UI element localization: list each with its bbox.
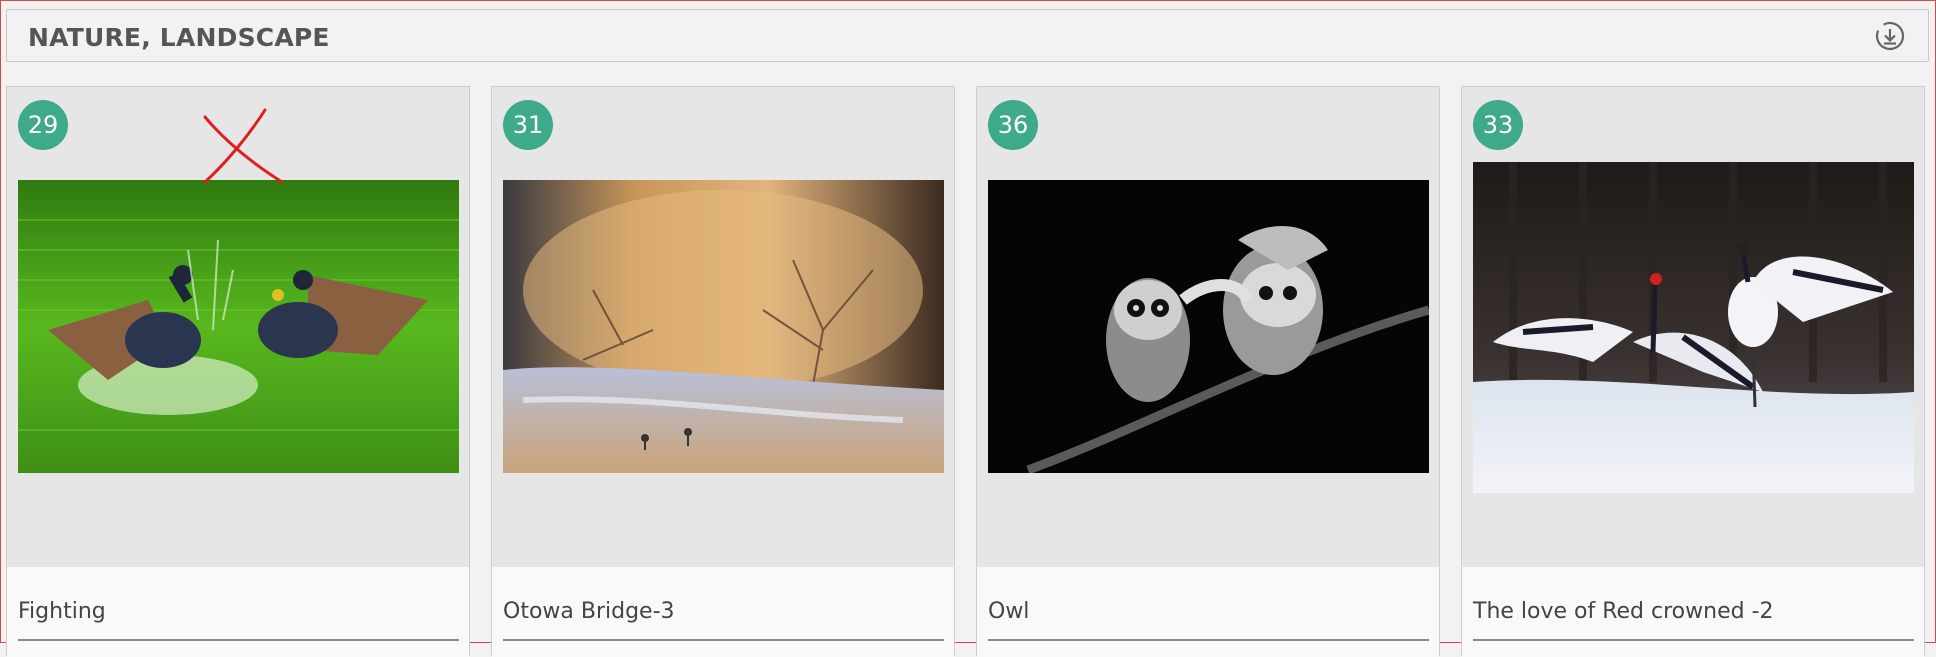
entry-number-badge: 31	[503, 100, 553, 150]
card-footer: Fighting	[7, 567, 469, 657]
divider	[1473, 639, 1914, 641]
photo-card[interactable]: 33 The love of Red crowned -2	[1461, 86, 1925, 657]
divider	[988, 639, 1429, 641]
entry-number-badge: 33	[1473, 100, 1523, 150]
section-header: NATURE, LANDSCAPE	[6, 9, 1929, 62]
photo-title: Owl	[988, 599, 1030, 624]
card-footer: The love of Red crowned -2	[1462, 567, 1924, 657]
card-footer: Owl	[977, 567, 1439, 657]
photo-title: Fighting	[18, 599, 106, 624]
entry-number-badge: 36	[988, 100, 1038, 150]
photo-thumbnail[interactable]	[18, 180, 459, 473]
photo-thumbnail[interactable]	[503, 180, 944, 473]
divider	[18, 639, 459, 641]
photo-title: Otowa Bridge-3	[503, 599, 675, 624]
photo-card[interactable]: 36 Owl	[976, 86, 1440, 657]
photo-thumbnail[interactable]	[988, 180, 1429, 473]
divider	[503, 639, 944, 641]
entry-number-badge: 29	[18, 100, 68, 150]
card-footer: Otowa Bridge-3	[492, 567, 954, 657]
download-circle-icon[interactable]	[1874, 20, 1906, 52]
section-title: NATURE, LANDSCAPE	[28, 23, 330, 52]
photo-thumbnail[interactable]	[1473, 162, 1914, 493]
photo-card[interactable]: 29 Fighting	[6, 86, 470, 657]
photo-title: The love of Red crowned -2	[1473, 599, 1774, 624]
red-x-annotation-icon	[203, 108, 284, 184]
photo-card[interactable]: 31 Otowa Bridge-3	[491, 86, 955, 657]
